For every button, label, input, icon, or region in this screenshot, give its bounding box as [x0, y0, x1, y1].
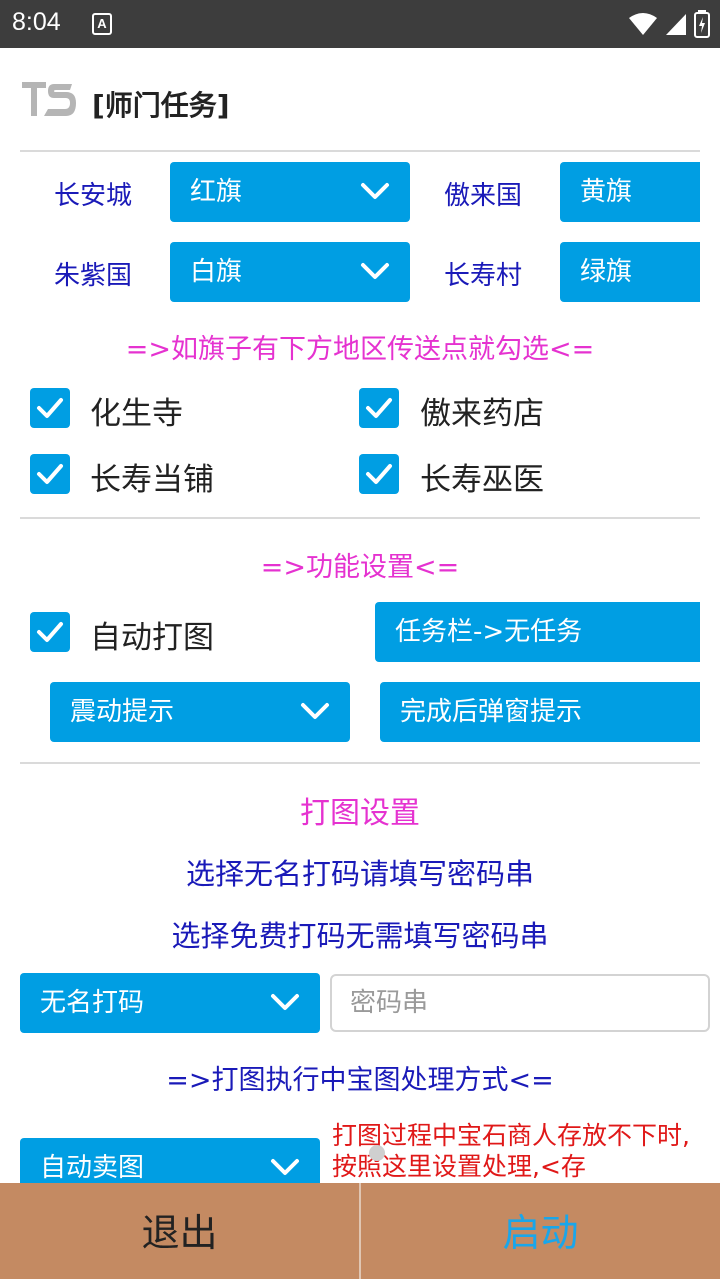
- select-value: 无名打码: [40, 988, 145, 1018]
- checkbox-label: 傲来药店: [420, 396, 544, 432]
- password-input[interactable]: 密码串: [330, 974, 710, 1032]
- flag-select-changshou[interactable]: 绿旗: [560, 242, 700, 302]
- chevron-down-icon: [271, 1159, 299, 1175]
- treasure-note: 打图过程中宝石商人存放不下时,按照这里设置处理,<存: [332, 1121, 690, 1181]
- flag-value: 白旗: [190, 257, 243, 287]
- region-label-aolai: 傲来国: [444, 181, 523, 211]
- checkbox-label: 自动打图: [90, 620, 214, 656]
- battery-icon: [694, 10, 710, 38]
- checkbox-changshou-pawnshop[interactable]: [30, 454, 70, 494]
- teleport-hint: =>如旗子有下方地区传送点就勾选<=: [125, 334, 595, 365]
- divider: [20, 517, 700, 519]
- checkbox-auto-map[interactable]: [30, 612, 70, 652]
- region-label-changan: 长安城: [54, 181, 133, 211]
- treasure-header: =>打图执行中宝图处理方式<=: [166, 1065, 554, 1096]
- checkbox-huasheng[interactable]: [30, 388, 70, 428]
- check-icon: [366, 464, 392, 484]
- region-label-zhuzi: 朱紫国: [54, 261, 133, 291]
- checkbox-label: 长寿巫医: [420, 462, 544, 498]
- flag-select-zhuzi[interactable]: 白旗: [170, 242, 410, 302]
- status-time: 8:04: [12, 8, 61, 36]
- check-icon: [37, 464, 63, 484]
- map-settings-title: 打图设置: [300, 796, 420, 831]
- divider: [20, 762, 700, 764]
- button-label: 完成后弹窗提示: [400, 697, 583, 727]
- flag-value: 黄旗: [580, 177, 633, 207]
- system-icons: [628, 10, 710, 38]
- check-icon: [37, 398, 63, 418]
- page-title: [师门任务]: [92, 89, 230, 122]
- task-bar-button[interactable]: 任务栏->无任务: [375, 602, 700, 662]
- popup-notify-button[interactable]: 完成后弹窗提示: [380, 682, 700, 742]
- divider: [20, 150, 700, 152]
- signal-icon: [666, 14, 686, 35]
- vibrate-select[interactable]: 震动提示: [50, 682, 350, 742]
- button-label: 任务栏->无任务: [395, 617, 583, 647]
- hint-wuming: 选择无名打码请填写密码串: [185, 857, 534, 891]
- checkbox-changshou-doctor[interactable]: [359, 454, 399, 494]
- checkbox-aolai-pharmacy[interactable]: [359, 388, 399, 428]
- chevron-down-icon: [301, 703, 329, 719]
- flag-value: 红旗: [190, 177, 243, 207]
- wifi-icon: [629, 13, 657, 35]
- select-value: 自动卖图: [40, 1153, 145, 1183]
- scroll-handle[interactable]: [369, 1145, 385, 1161]
- chevron-down-icon: [271, 994, 299, 1010]
- chevron-down-icon: [361, 183, 389, 199]
- check-icon: [37, 622, 63, 642]
- checkbox-label: 长寿当铺: [90, 462, 214, 498]
- region-label-changshou: 长寿村: [444, 261, 523, 291]
- status-bar: 8:04 A: [0, 0, 720, 48]
- notification-a-icon: A: [92, 13, 112, 35]
- ts-logo-icon: [22, 82, 76, 116]
- start-button[interactable]: 启动: [361, 1183, 720, 1279]
- captcha-select[interactable]: 无名打码: [20, 973, 320, 1033]
- checkbox-label: 化生寺: [90, 396, 183, 432]
- flag-select-changan[interactable]: 红旗: [170, 162, 410, 222]
- check-icon: [366, 398, 392, 418]
- chevron-down-icon: [361, 263, 389, 279]
- flag-value: 绿旗: [580, 257, 633, 287]
- exit-button[interactable]: 退出: [0, 1183, 359, 1279]
- bottom-bar: 退出 启动: [0, 1183, 720, 1279]
- function-settings-header: =>功能设置<=: [260, 552, 460, 583]
- app-header: [师门任务]: [0, 48, 720, 152]
- hint-free: 选择免费打码无需填写密码串: [171, 919, 549, 953]
- flag-select-aolai[interactable]: 黄旗: [560, 162, 700, 222]
- select-value: 震动提示: [70, 697, 175, 727]
